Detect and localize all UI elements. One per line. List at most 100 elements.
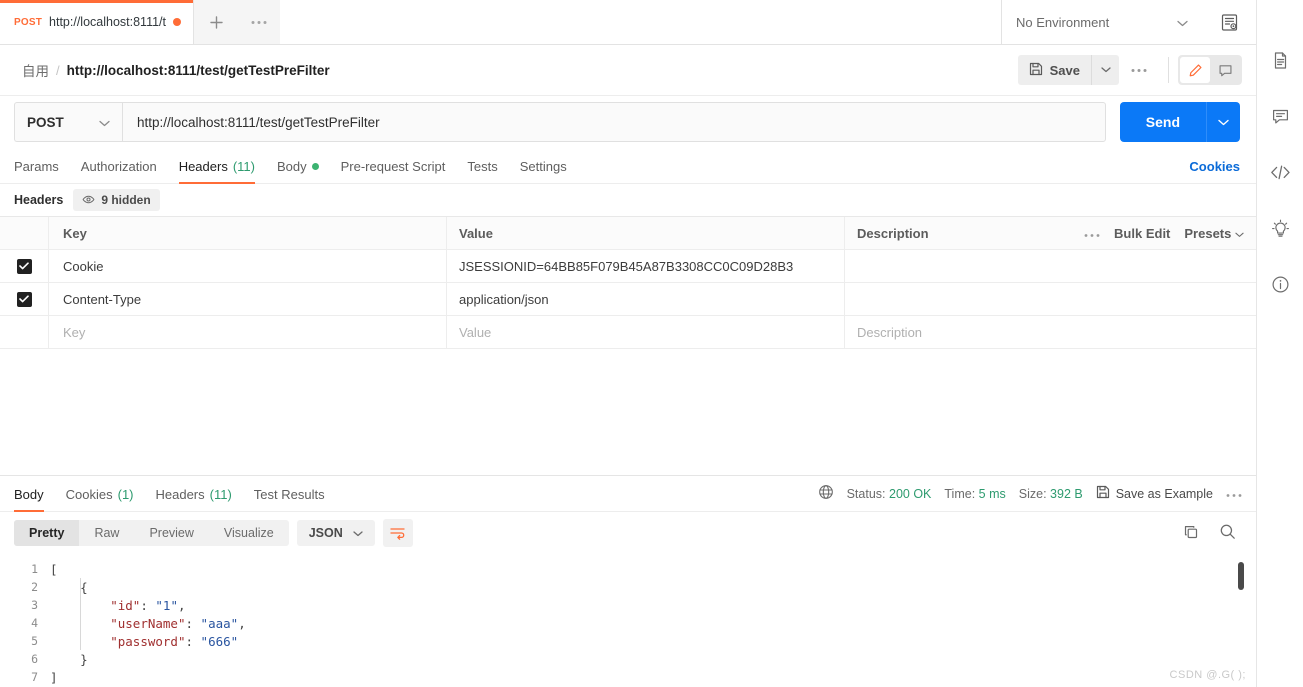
headers-table-actions: Bulk Edit Presets bbox=[1084, 226, 1244, 241]
comments-button[interactable] bbox=[1210, 57, 1240, 83]
copy-icon[interactable] bbox=[1183, 524, 1199, 543]
send-button[interactable]: Send bbox=[1119, 102, 1206, 142]
tab-label: Headers bbox=[155, 487, 205, 502]
headers-subheader: Headers 9 hidden bbox=[0, 184, 1256, 216]
send-options-chevron-icon[interactable] bbox=[1206, 102, 1240, 142]
new-header-value-input[interactable]: Value bbox=[447, 316, 845, 348]
word-wrap-button[interactable] bbox=[382, 519, 413, 547]
size-label: Size: bbox=[1018, 486, 1047, 501]
tab-label: Tests bbox=[467, 159, 498, 174]
code-text: "password": "666" bbox=[110, 633, 239, 649]
response-body-code[interactable]: 1[2 {3 "id": "1", 4 "userName": "aaa", 5 "… bbox=[0, 554, 1256, 687]
header-description[interactable] bbox=[845, 283, 1256, 315]
code-icon[interactable] bbox=[1265, 157, 1295, 187]
row-checkbox[interactable] bbox=[16, 258, 32, 274]
floppy-disk-icon bbox=[1029, 62, 1043, 79]
edit-mode-button[interactable] bbox=[1180, 57, 1210, 83]
url-input[interactable]: http://localhost:8111/test/getTestPreFil… bbox=[122, 102, 1106, 142]
globe-icon bbox=[818, 484, 834, 503]
tab-authorization[interactable]: Authorization bbox=[70, 159, 168, 183]
tab-label: Settings bbox=[519, 159, 567, 174]
bulk-edit-button[interactable]: Bulk Edit bbox=[1114, 226, 1170, 241]
tab-tests[interactable]: Tests bbox=[456, 159, 508, 183]
comments-icon[interactable] bbox=[1265, 101, 1295, 131]
breadcrumb-separator: / bbox=[56, 62, 60, 78]
tab-settings[interactable]: Settings bbox=[509, 159, 578, 183]
tabs-overflow-menu-icon[interactable] bbox=[238, 0, 280, 44]
status-badge: Status: 200 OK bbox=[847, 487, 932, 501]
view-mode-preview[interactable]: Preview bbox=[134, 520, 208, 546]
header-description[interactable] bbox=[845, 250, 1256, 282]
cookies-link[interactable]: Cookies bbox=[1189, 159, 1240, 183]
presets-label: Presets bbox=[1184, 225, 1232, 241]
search-icon[interactable] bbox=[1219, 523, 1236, 543]
response-tab-headers[interactable]: Headers (11) bbox=[145, 487, 243, 511]
hidden-headers-toggle[interactable]: 9 hidden bbox=[73, 189, 160, 211]
lightbulb-icon[interactable] bbox=[1265, 213, 1295, 243]
response-toolbar: Pretty Raw Preview Visualize JSON bbox=[0, 512, 1256, 554]
tab-body[interactable]: Body bbox=[266, 159, 330, 183]
new-tab-button[interactable] bbox=[194, 0, 238, 44]
code-line: 3 "id": "1", bbox=[0, 596, 1256, 614]
breadcrumb-collection[interactable]: 自用 bbox=[22, 60, 49, 80]
breadcrumb-request-name[interactable]: http://localhost:8111/test/getTestPreFil… bbox=[67, 63, 330, 78]
time-badge: Time: 5 ms bbox=[944, 487, 1005, 501]
row-checkbox[interactable] bbox=[16, 291, 32, 307]
new-header-key-input[interactable]: Key bbox=[49, 316, 447, 348]
line-number: 3 bbox=[31, 598, 38, 612]
breadcrumb-actions: Save bbox=[1017, 55, 1242, 85]
response-format-selector[interactable]: JSON bbox=[296, 520, 375, 546]
documentation-icon[interactable] bbox=[1265, 45, 1295, 75]
code-line: 7] bbox=[0, 668, 1256, 686]
request-tab[interactable]: POST http://localhost:8111/t bbox=[0, 0, 195, 44]
view-mode-raw[interactable]: Raw bbox=[79, 520, 134, 546]
response-tab-cookies[interactable]: Cookies (1) bbox=[55, 487, 145, 511]
environment-quick-look-icon[interactable] bbox=[1202, 0, 1256, 44]
request-more-actions-icon[interactable] bbox=[1119, 55, 1159, 85]
save-button[interactable]: Save bbox=[1017, 55, 1091, 85]
line-number: 1 bbox=[31, 562, 38, 576]
tab-label: Headers bbox=[178, 159, 228, 174]
body-present-dot bbox=[311, 163, 319, 170]
header-key[interactable]: Content-Type bbox=[49, 283, 447, 315]
edit-comment-toggle-group bbox=[1178, 55, 1242, 85]
code-line: 6 } bbox=[0, 650, 1256, 668]
header-value[interactable]: application/json bbox=[447, 283, 845, 315]
info-icon[interactable] bbox=[1265, 269, 1295, 299]
header-value[interactable]: JSESSIONID=64BB85F079B45A87B3308CC0C09D2… bbox=[447, 250, 845, 282]
tab-label: Body bbox=[14, 487, 44, 502]
table-row[interactable]: Cookie JSESSIONID=64BB85F079B45A87B3308C… bbox=[0, 250, 1256, 283]
headers-more-actions-icon[interactable] bbox=[1084, 226, 1100, 241]
line-number: 4 bbox=[31, 616, 38, 630]
response-panel: Body Cookies (1) Headers (11) Test Resul… bbox=[0, 476, 1256, 687]
tab-params[interactable]: Params bbox=[14, 159, 70, 183]
tab-pre-request-script[interactable]: Pre-request Script bbox=[330, 159, 457, 183]
save-as-example-label: Save as Example bbox=[1115, 486, 1213, 501]
tab-label: Params bbox=[14, 159, 59, 174]
column-value: Value bbox=[447, 217, 845, 249]
size-value: 392 B bbox=[1050, 486, 1083, 501]
response-more-actions-icon[interactable] bbox=[1226, 487, 1242, 501]
table-row[interactable]: Content-Type application/json bbox=[0, 283, 1256, 316]
save-options-chevron-icon[interactable] bbox=[1091, 55, 1119, 85]
tab-method-label: POST bbox=[14, 16, 43, 28]
presets-dropdown[interactable]: Presets bbox=[1184, 226, 1244, 241]
tab-count: (11) bbox=[232, 159, 255, 174]
table-row-empty[interactable]: Key Value Description bbox=[0, 316, 1256, 349]
chevron-down-icon bbox=[1235, 226, 1244, 241]
tab-count: (1) bbox=[117, 487, 134, 502]
response-tab-body[interactable]: Body bbox=[14, 487, 55, 512]
tab-headers[interactable]: Headers (11) bbox=[168, 159, 266, 184]
response-tab-test-results[interactable]: Test Results bbox=[243, 487, 336, 511]
http-method-selector[interactable]: POST bbox=[14, 102, 122, 142]
code-text: { bbox=[80, 579, 88, 595]
save-as-example-button[interactable]: Save as Example bbox=[1096, 485, 1213, 502]
view-mode-visualize[interactable]: Visualize bbox=[209, 520, 289, 546]
floppy-disk-icon bbox=[1096, 485, 1110, 502]
tab-label: Cookies bbox=[65, 487, 113, 502]
environment-selector[interactable]: No Environment bbox=[1002, 0, 1202, 44]
response-scrollbar-thumb[interactable] bbox=[1238, 562, 1244, 590]
new-header-description-input[interactable]: Description bbox=[845, 316, 1256, 348]
header-key[interactable]: Cookie bbox=[49, 250, 447, 282]
view-mode-pretty[interactable]: Pretty bbox=[14, 520, 80, 546]
